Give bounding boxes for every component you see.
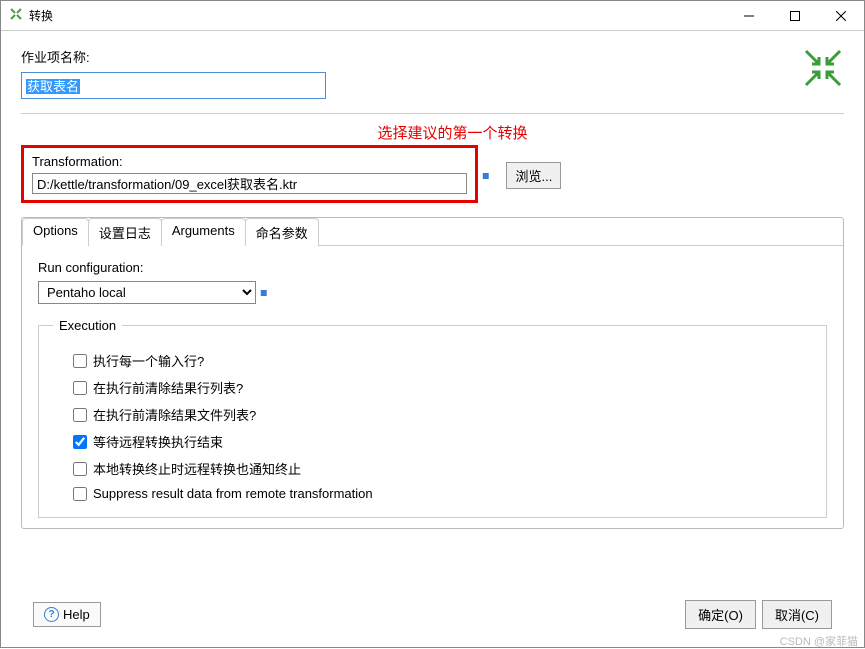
job-name-value: 获取表名	[26, 79, 80, 94]
tabs-container: Options 设置日志 Arguments 命名参数 Run configur…	[21, 217, 844, 529]
check-wait-remote[interactable]	[73, 435, 87, 449]
check-row: 在执行前清除结果行列表?	[73, 378, 812, 397]
tab-content-options: Run configuration: Pentaho local ◆ Execu…	[22, 246, 843, 528]
job-name-input[interactable]: 获取表名	[21, 72, 326, 99]
tabstrip: Options 设置日志 Arguments 命名参数	[22, 217, 843, 246]
execution-fieldset: Execution 执行每一个输入行? 在执行前清除结果行列表? 在执行前清除结…	[38, 318, 827, 518]
tab-params[interactable]: 命名参数	[245, 218, 319, 246]
transformation-path-input[interactable]	[32, 173, 467, 194]
check-label: Suppress result data from remote transfo…	[93, 486, 373, 501]
help-label: Help	[63, 607, 90, 622]
check-label: 本地转换终止时远程转换也通知终止	[93, 459, 301, 478]
check-label: 执行每一个输入行?	[93, 351, 204, 370]
transformation-label: Transformation:	[32, 154, 467, 169]
footer: ? Help 确定(O) 取消(C)	[21, 592, 844, 637]
help-icon: ?	[44, 607, 59, 622]
cancel-button[interactable]: 取消(C)	[762, 600, 832, 629]
window-title: 转换	[29, 7, 726, 24]
watermark: CSDN @家菲猫	[780, 633, 858, 649]
tab-arguments[interactable]: Arguments	[161, 218, 246, 246]
check-row: 执行每一个输入行?	[73, 351, 812, 370]
runcfg-label: Run configuration:	[38, 260, 827, 275]
check-per-row[interactable]	[73, 354, 87, 368]
execution-legend: Execution	[53, 318, 122, 333]
tab-options[interactable]: Options	[22, 218, 89, 246]
browse-button[interactable]: 浏览...	[506, 162, 561, 189]
check-label: 等待远程转换执行结束	[93, 432, 223, 451]
titlebar: 转换	[1, 1, 864, 31]
diamond-icon: ◆	[479, 167, 494, 182]
runcfg-select[interactable]: Pentaho local	[38, 281, 256, 304]
separator	[21, 113, 844, 114]
check-suppress-result[interactable]	[73, 487, 87, 501]
transform-icon	[802, 47, 844, 92]
check-label: 在执行前清除结果文件列表?	[93, 405, 256, 424]
close-button[interactable]	[818, 1, 864, 31]
check-row: 本地转换终止时远程转换也通知终止	[73, 459, 812, 478]
maximize-button[interactable]	[772, 1, 818, 31]
check-label: 在执行前清除结果行列表?	[93, 378, 243, 397]
job-name-label: 作业项名称:	[21, 47, 792, 66]
check-clear-rows[interactable]	[73, 381, 87, 395]
check-row: 等待远程转换执行结束	[73, 432, 812, 451]
minimize-button[interactable]	[726, 1, 772, 31]
annotation-text: 选择建议的第一个转换	[41, 122, 864, 143]
check-row: Suppress result data from remote transfo…	[73, 486, 812, 501]
check-notify-stop[interactable]	[73, 462, 87, 476]
diamond-icon: ◆	[257, 285, 272, 300]
highlight-box: Transformation:	[21, 145, 478, 203]
check-clear-files[interactable]	[73, 408, 87, 422]
check-row: 在执行前清除结果文件列表?	[73, 405, 812, 424]
app-icon	[9, 7, 23, 24]
tab-log[interactable]: 设置日志	[88, 218, 162, 246]
help-button[interactable]: ? Help	[33, 602, 101, 627]
ok-button[interactable]: 确定(O)	[685, 600, 756, 629]
